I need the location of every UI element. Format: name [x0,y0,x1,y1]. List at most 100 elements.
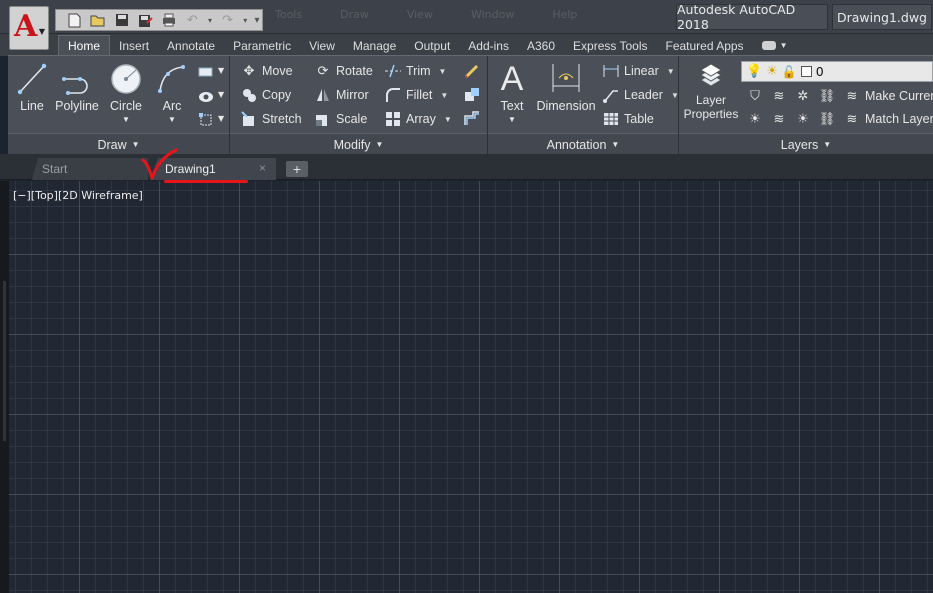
move-tool[interactable]: ✥ Move [240,61,293,81]
make-current-tool[interactable]: ≋ Make Current [843,86,933,106]
chevron-down-icon[interactable]: ▼ [218,66,224,75]
stretch-tool[interactable]: Stretch [240,109,302,129]
drawing-canvas[interactable]: [−][Top][2D Wireframe] [9,181,933,593]
tab-parametric[interactable]: Parametric [224,35,300,56]
layer-thaw-icon[interactable]: ☀ [793,109,813,129]
chevron-down-icon[interactable]: ▼ [439,67,447,76]
offset-icon[interactable] [462,109,482,129]
text-tool[interactable]: A Text ▼ [494,60,530,125]
text-label: Text [500,99,524,113]
layer-properties-label-1: Layer [695,93,727,107]
chevron-down-icon[interactable]: ▼ [122,115,130,124]
layer-properties-tool[interactable]: Layer Properties [681,61,741,121]
mirror-tool[interactable]: Mirror [314,85,369,105]
menu-view[interactable]: View [407,8,433,21]
menu-draw[interactable]: Draw [340,8,369,21]
tab-home[interactable]: Home [58,35,111,56]
tab-add-ins[interactable]: Add-ins [459,35,518,56]
dimension-icon [548,61,584,97]
layer-unisolate-icon[interactable]: ≋ [769,109,789,129]
arc-icon [154,61,190,97]
draw-panel-title: Draw [97,137,127,152]
table-tool[interactable]: Table [602,109,654,129]
layer-on-icon[interactable]: ☀ [745,109,765,129]
red-underline-annotation [164,180,248,183]
dimension-tool[interactable]: Dimension [534,61,598,113]
menu-window[interactable]: Window [471,8,514,21]
viewport-controls[interactable]: [−][Top][2D Wireframe] [13,189,143,202]
explode-icon[interactable] [462,85,482,105]
ribbon-options-button[interactable]: ▼ [753,35,797,56]
layer-dropdown[interactable]: 💡 ☀ 🔓 0 [741,61,933,82]
tab-manage[interactable]: Manage [344,35,405,56]
save-icon[interactable] [111,11,133,29]
match-layer-tool[interactable]: ≋ Match Layer [843,109,933,129]
tab-insert[interactable]: Insert [110,35,158,56]
rotate-tool[interactable]: ⟳ Rotate [314,61,373,81]
chevron-down-icon[interactable]: ▼ [671,91,679,100]
tab-output[interactable]: Output [405,35,459,56]
autocad-logo-icon: A [14,9,38,44]
linear-tool[interactable]: Linear ▼ [602,61,675,81]
line-tool[interactable]: Line [14,61,50,113]
hatch-icon[interactable] [196,86,216,106]
erase-icon[interactable] [462,61,482,81]
faded-menu-bar: Tools Draw View Window Help [275,8,577,21]
quick-access-toolbar: ↶ ▾ ↷ ▾ ▾ [55,9,263,31]
layer-lock-icon[interactable]: ⛓ [817,86,837,106]
chevron-down-icon: ▼ [375,140,384,149]
redo-icon[interactable]: ↷ [217,11,239,29]
stretch-icon [240,110,258,128]
modify-panel-footer[interactable]: Modify ▼ [230,133,487,155]
chevron-down-icon[interactable]: ▼ [218,114,224,123]
layers-panel-footer[interactable]: Layers ▼ [679,133,933,155]
plot-icon[interactable] [158,11,180,29]
draw-panel-footer[interactable]: Draw ▼ [8,133,229,155]
layer-off-icon[interactable]: ⛉ [745,86,765,106]
application-menu-button[interactable]: A ▼ [9,6,49,50]
chevron-down-icon[interactable]: ▼ [168,115,176,124]
array-tool[interactable]: Array ▼ [384,109,452,129]
tab-express-tools[interactable]: Express Tools [564,35,656,56]
arc-tool[interactable]: Arc ▼ [154,61,190,124]
open-icon[interactable] [88,11,110,29]
circle-tool[interactable]: Circle ▼ [108,61,144,124]
chevron-down-icon[interactable]: ▼ [667,67,675,76]
boundary-icon[interactable] [196,110,216,130]
arc-label: Arc [162,99,182,113]
tab-view[interactable]: View [300,35,344,56]
fillet-icon [384,86,402,104]
fillet-tool[interactable]: Fillet ▼ [384,85,448,105]
layer-freeze-icon[interactable]: ✲ [793,86,813,106]
trim-tool[interactable]: Trim ▼ [384,61,446,81]
new-icon[interactable] [64,11,86,29]
undo-icon[interactable]: ↶ [182,11,204,29]
vertical-scrollbar[interactable] [3,281,6,441]
layer-isolate-icon[interactable]: ≋ [769,86,789,106]
tab-annotate[interactable]: Annotate [158,35,224,56]
scale-tool[interactable]: Scale [314,109,367,129]
chevron-down-icon[interactable]: ▼ [508,115,516,124]
polyline-tool[interactable]: Polyline [52,61,102,113]
leader-tool[interactable]: Leader ▼ [602,85,679,105]
chevron-down-icon[interactable]: ▼ [440,91,448,100]
copy-tool[interactable]: Copy [240,85,291,105]
tab-featured-apps[interactable]: Featured Apps [657,35,753,56]
rectangle-icon[interactable] [196,62,216,82]
redo-dropdown-icon[interactable]: ▾ [240,16,250,25]
customize-qat-icon[interactable]: ▾ [252,15,262,26]
tab-a360[interactable]: A360 [518,35,564,56]
tab-start[interactable]: Start [32,158,148,180]
new-tab-button[interactable]: + [286,161,308,177]
red-checkmark-annotation [141,148,178,180]
save-as-icon[interactable] [135,11,157,29]
menu-help[interactable]: Help [552,8,577,21]
menu-tools[interactable]: Tools [275,8,302,21]
ribbon-toggle-icon [761,41,776,50]
annotation-panel-footer[interactable]: Annotation ▼ [488,133,678,155]
chevron-down-icon[interactable]: ▼ [218,90,224,99]
chevron-down-icon[interactable]: ▼ [444,115,452,124]
close-icon[interactable]: × [259,161,266,175]
undo-dropdown-icon[interactable]: ▾ [205,16,215,25]
layer-unlock-icon[interactable]: ⛓ [817,109,837,129]
